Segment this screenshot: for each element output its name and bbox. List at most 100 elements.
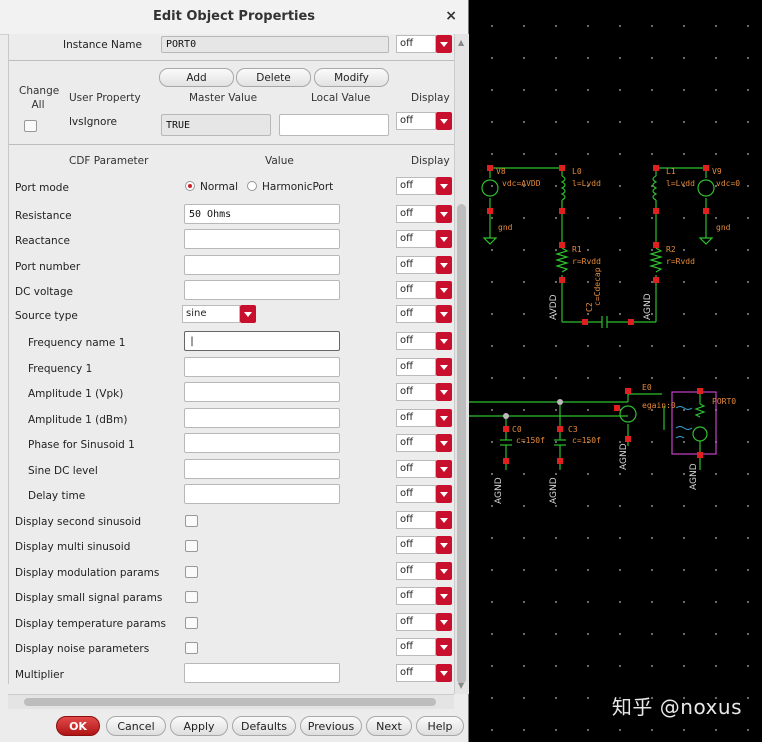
vertical-scroll-thumb[interactable] (457, 204, 466, 684)
resistance-display-select[interactable]: off (396, 205, 452, 223)
chevron-down-icon (436, 511, 452, 529)
divider (9, 144, 455, 145)
label-l0: L0 (572, 167, 582, 176)
ok-button[interactable]: OK (56, 716, 100, 736)
delete-button[interactable]: Delete (236, 68, 311, 87)
frequency-1-field[interactable] (184, 357, 340, 377)
amplitude-vpk-field[interactable] (184, 382, 340, 402)
frequency-name-1-field[interactable]: | (184, 331, 340, 351)
horizontal-scrollbar[interactable] (8, 694, 454, 709)
delay-time-display-select[interactable]: off (396, 485, 452, 503)
vertical-scrollbar[interactable]: ▲ ▼ (454, 34, 469, 694)
port-mode-harmonic-radio[interactable] (247, 181, 257, 191)
help-button[interactable]: Help (416, 716, 464, 736)
chevron-down-icon (436, 332, 452, 350)
frequency-name-1-display-select[interactable]: off (396, 332, 452, 350)
frequency-1-label: Frequency 1 (28, 363, 93, 375)
display-temperature-checkbox[interactable] (185, 617, 198, 629)
scroll-up-icon[interactable]: ▲ (458, 38, 464, 47)
apply-button[interactable]: Apply (170, 716, 228, 736)
amplitude-dbm-field[interactable] (184, 408, 340, 428)
dc-voltage-display-select[interactable]: off (396, 281, 452, 299)
horizontal-scroll-thumb[interactable] (24, 698, 436, 706)
close-icon[interactable]: × (445, 8, 457, 24)
title-bar[interactable]: Edit Object Properties × (0, 0, 468, 35)
dc-voltage-row: DC voltage off (9, 280, 455, 304)
frequency-1-display-select[interactable]: off (396, 358, 452, 376)
port-mode-display-select[interactable]: off (396, 177, 452, 195)
label-c-150f-0: c=150f (516, 436, 545, 445)
chevron-down-icon (436, 613, 452, 631)
port-number-row: Port number off (9, 255, 455, 279)
phase-display-select[interactable]: off (396, 434, 452, 452)
instance-name-row: Instance Name PORT0 off (9, 35, 455, 60)
chevron-down-icon (436, 485, 452, 503)
display-multi-checkbox[interactable] (185, 540, 198, 552)
local-value-field[interactable] (279, 114, 389, 136)
display-second-checkbox[interactable] (185, 515, 198, 527)
reactance-display-select[interactable]: off (396, 230, 452, 248)
previous-button[interactable]: Previous (300, 716, 362, 736)
schematic-canvas[interactable]: V8 vdc=AVDD L0 l=Lvdd L1 l=Lvdd V9 vdc=0… (468, 0, 762, 742)
display-multi-display-select[interactable]: off (396, 536, 452, 554)
label-avdd: AVDD (549, 294, 559, 320)
instance-display-select[interactable]: off (396, 35, 452, 53)
modify-button[interactable]: Modify (314, 68, 389, 87)
instance-name-field[interactable]: PORT0 (161, 36, 389, 53)
label-vdc-avdd: vdc=AVDD (502, 179, 541, 188)
frequency-name-1-row: Frequency name 1 | off (9, 331, 455, 355)
display-noise-row: Display noise parameters off (9, 637, 455, 661)
label-e0: E0 (642, 383, 652, 392)
amplitude-vpk-display-select[interactable]: off (396, 383, 452, 401)
display-small-signal-display-select[interactable]: off (396, 587, 452, 605)
display-noise-checkbox[interactable] (185, 642, 198, 654)
phase-row: Phase for Sinusoid 1 off (9, 433, 455, 457)
amplitude-dbm-display-select[interactable]: off (396, 409, 452, 427)
resistance-field[interactable]: 50 Ohms (184, 204, 340, 224)
display-modulation-display-select[interactable]: off (396, 562, 452, 580)
port-number-display-select[interactable]: off (396, 256, 452, 274)
source-type-select[interactable]: sine (182, 305, 256, 323)
change-all-checkbox[interactable] (24, 120, 37, 132)
sine-dc-display-select[interactable]: off (396, 460, 452, 478)
source-type-display-select[interactable]: off (396, 305, 452, 323)
chevron-down-icon (436, 112, 452, 130)
display-multi-label: Display multi sinusoid (15, 541, 131, 553)
dc-voltage-field[interactable] (184, 280, 340, 300)
label-l-lvdd1: l=Lvdd (666, 179, 695, 188)
chevron-down-icon (240, 305, 256, 323)
display-noise-label: Display noise parameters (15, 643, 150, 655)
reactance-label: Reactance (15, 235, 70, 247)
port-number-label: Port number (15, 261, 81, 273)
label-egain: egain:0 (642, 401, 676, 410)
defaults-button[interactable]: Defaults (232, 716, 296, 736)
display-modulation-checkbox[interactable] (185, 566, 198, 578)
display-second-display-select[interactable]: off (396, 511, 452, 529)
scroll-down-icon[interactable]: ▼ (458, 681, 464, 690)
label-c0: C0 (512, 425, 522, 434)
port-mode-normal-radio[interactable] (185, 181, 195, 191)
chevron-down-icon (436, 638, 452, 656)
multiplier-row: Multiplier off (9, 663, 455, 684)
add-button[interactable]: Add (159, 68, 234, 87)
multiplier-field[interactable] (184, 663, 340, 683)
user-property-display-select[interactable]: off (396, 112, 452, 130)
value-header: Value (265, 155, 294, 167)
chevron-down-icon (436, 358, 452, 376)
display-small-signal-checkbox[interactable] (185, 591, 198, 603)
chevron-down-icon (436, 256, 452, 274)
phase-field[interactable] (184, 433, 340, 453)
next-button[interactable]: Next (366, 716, 412, 736)
resistance-label: Resistance (15, 210, 72, 222)
cancel-button[interactable]: Cancel (106, 716, 166, 736)
multiplier-display-select[interactable]: off (396, 664, 452, 682)
port-number-field[interactable] (184, 255, 340, 275)
chevron-down-icon (436, 664, 452, 682)
sine-dc-field[interactable] (184, 459, 340, 479)
delay-time-field[interactable] (184, 484, 340, 504)
display-temperature-display-select[interactable]: off (396, 613, 452, 631)
label-v9: V9 (712, 167, 722, 176)
display-noise-display-select[interactable]: off (396, 638, 452, 656)
chevron-down-icon (436, 460, 452, 478)
reactance-field[interactable] (184, 229, 340, 249)
